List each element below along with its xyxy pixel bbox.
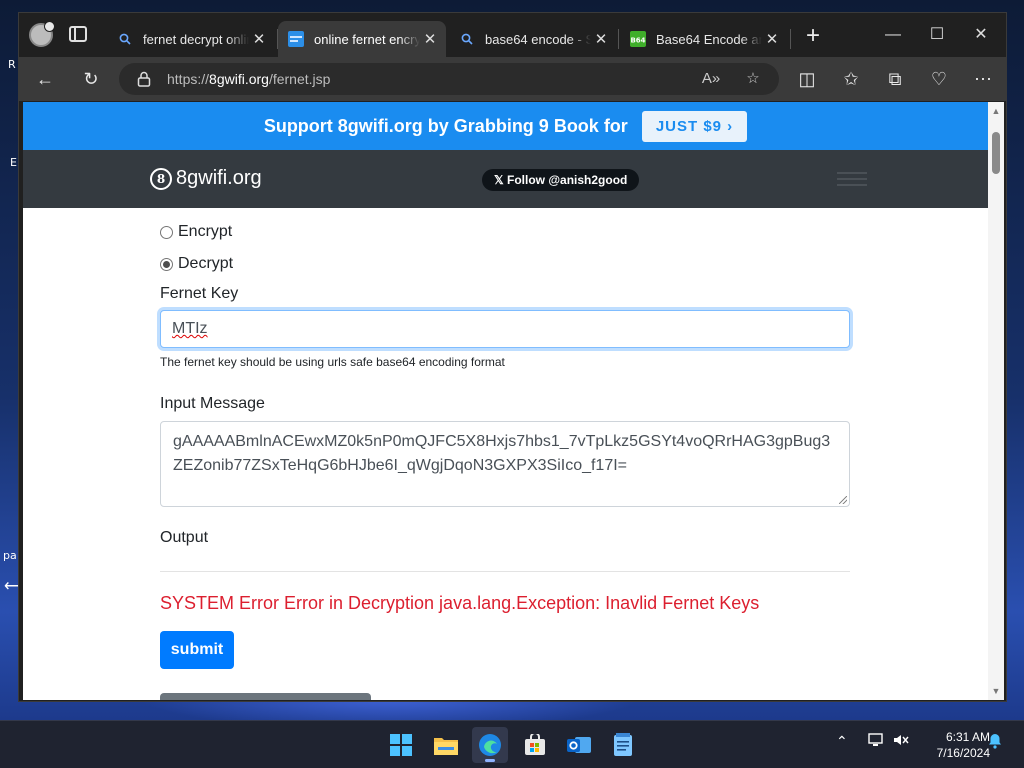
encrypt-radio[interactable] (160, 225, 173, 239)
tab-bar: fernet decrypt online - Search ✕ online … (19, 13, 1006, 57)
error-message: SYSTEM Error Error in Decryption java.la… (160, 593, 760, 613)
close-icon[interactable]: ✕ (762, 30, 782, 48)
refresh-icon[interactable]: ↻ (77, 65, 105, 93)
url-host: 8gwifi.org (209, 71, 269, 87)
page-scrollbar[interactable]: ▲ ▼ (988, 102, 1004, 700)
desktop-edge-text: E (10, 156, 17, 169)
favorites-icon[interactable]: ✩ (837, 65, 865, 93)
decrypt-radio-row[interactable]: Decrypt (160, 255, 233, 273)
logo-badge-icon: 8 (150, 167, 172, 190)
svg-text:B64: B64 (630, 37, 645, 45)
promo-text: Support 8gwifi.org by Grabbing 9 Book fo… (263, 115, 628, 136)
profile-avatar[interactable] (29, 21, 55, 47)
encrypt-radio-row[interactable]: Encrypt (160, 223, 232, 241)
collections-icon[interactable]: ⧉ (881, 65, 909, 93)
decrypt-radio[interactable] (160, 257, 173, 271)
favorite-star-icon[interactable]: ☆ (741, 67, 765, 91)
chevron-up-icon[interactable]: ⌃ (836, 733, 848, 750)
url-prefix: https:// (167, 71, 210, 87)
notification-bell-icon[interactable] (988, 733, 1002, 752)
site-logo[interactable]: 8 8gwifi.org (150, 167, 262, 190)
browser-essentials-icon[interactable]: ♡ (925, 65, 953, 93)
tab-separator (790, 29, 791, 49)
b64-favicon-icon: B64 (630, 31, 646, 47)
site-name: 8gwifi.org (176, 167, 262, 189)
clock-date: 7/16/2024 (936, 746, 990, 760)
maximize-icon[interactable]: ☐ (915, 21, 959, 49)
submit-button[interactable]: submit (160, 631, 234, 669)
clock-time: 6:31 AM (945, 730, 990, 744)
follow-button[interactable]: 𝕏 Follow @anish2good (482, 169, 640, 191)
tab-title: Base64 Encode and Decode (656, 31, 762, 47)
address-bar[interactable]: https://8gwifi.org/fernet.jsp A» ☆ (119, 63, 779, 95)
tab-title: fernet decrypt online - Search (143, 31, 249, 47)
fernet-key-value: MTIz (172, 320, 208, 337)
hamburger-menu-icon[interactable] (837, 172, 867, 186)
desktop-edge-text: pa (3, 549, 17, 562)
page-viewport: Support 8gwifi.org by Grabbing 9 Book fo… (23, 102, 988, 700)
close-icon[interactable]: ✕ (420, 30, 440, 48)
search-icon (459, 31, 475, 47)
scroll-up-icon[interactable]: ▲ (991, 106, 1001, 116)
promo-button[interactable]: JUST $9 › (641, 110, 748, 142)
edge-icon[interactable] (472, 727, 508, 763)
tab-separator (618, 29, 619, 49)
close-window-icon[interactable]: ✕ (959, 21, 1003, 49)
site-favicon-icon (288, 31, 304, 47)
notepad-icon[interactable] (605, 727, 641, 763)
system-clock[interactable]: 6:31 AM 7/16/2024 (920, 729, 990, 761)
tab-actions-icon[interactable] (69, 26, 87, 42)
lock-icon[interactable] (137, 71, 151, 87)
fernet-key-input[interactable]: MTIz (160, 310, 850, 348)
taskbar: ⌃ 6:31 AM 7/16/2024 (0, 720, 1024, 768)
close-icon[interactable]: ✕ (591, 30, 611, 48)
secondary-button-partial[interactable] (160, 693, 371, 700)
output-label: Output (160, 529, 209, 546)
file-explorer-icon[interactable] (428, 727, 464, 763)
url-path: /fernet.jsp (268, 71, 331, 87)
site-navbar: 8 8gwifi.org 𝕏 Follow @anish2good (23, 150, 988, 208)
divider (160, 571, 850, 572)
more-options-icon[interactable]: ⋯ (969, 65, 997, 93)
volume-muted-icon[interactable] (893, 733, 909, 750)
resize-grip-icon[interactable] (839, 496, 847, 504)
new-tab-icon[interactable]: + (801, 24, 825, 49)
encrypt-label: Encrypt (178, 223, 233, 240)
input-message-textarea[interactable]: gAAAAABmlnACEwxMZ0k5nP0mQJFC5X8Hxjs7hbs1… (160, 421, 850, 507)
tab-base64-encode[interactable]: B64 Base64 Encode and Decode ✕ (620, 21, 788, 57)
windows-start-icon[interactable] (383, 727, 419, 763)
url-text: https://8gwifi.org/fernet.jsp (167, 71, 330, 87)
fernet-key-label: Fernet Key (160, 285, 239, 302)
browser-toolbar: ← ↻ https://8gwifi.org/fernet.jsp A» ☆ ◫… (19, 57, 1006, 101)
decrypt-label: Decrypt (178, 255, 234, 272)
outlook-icon[interactable] (561, 727, 597, 763)
browser-window: fernet decrypt online - Search ✕ online … (18, 12, 1007, 702)
tab-title: online fernet encrypt decrypt (314, 31, 420, 47)
network-icon[interactable] (868, 733, 884, 750)
desktop-edge-text: R (8, 58, 16, 71)
split-screen-icon[interactable]: ◫ (793, 65, 821, 93)
search-icon (117, 31, 133, 47)
input-message-label: Input Message (160, 395, 265, 412)
close-icon[interactable]: ✕ (249, 30, 269, 48)
input-message-value: gAAAAABmlnACEwxMZ0k5nP0mQJFC5X8Hxjs7hbs1… (173, 433, 831, 474)
tab-fernet-search[interactable]: fernet decrypt online - Search ✕ (107, 21, 275, 57)
back-arrow-icon[interactable]: ← (31, 65, 59, 93)
tab-base64-search[interactable]: base64 encode - Search ✕ (449, 21, 617, 57)
read-aloud-icon[interactable]: A» (699, 67, 723, 91)
tab-title: base64 encode - Search (485, 31, 591, 47)
key-help-text: The fernet key should be using urls safe… (160, 355, 505, 369)
store-icon[interactable] (517, 727, 553, 763)
tab-fernet-active[interactable]: online fernet encrypt decrypt ✕ (278, 21, 446, 57)
scroll-thumb[interactable] (992, 132, 1000, 174)
scroll-down-icon[interactable]: ▼ (991, 686, 1001, 696)
minimize-icon[interactable]: — (871, 21, 915, 49)
promo-banner[interactable]: Support 8gwifi.org by Grabbing 9 Book fo… (23, 102, 988, 150)
